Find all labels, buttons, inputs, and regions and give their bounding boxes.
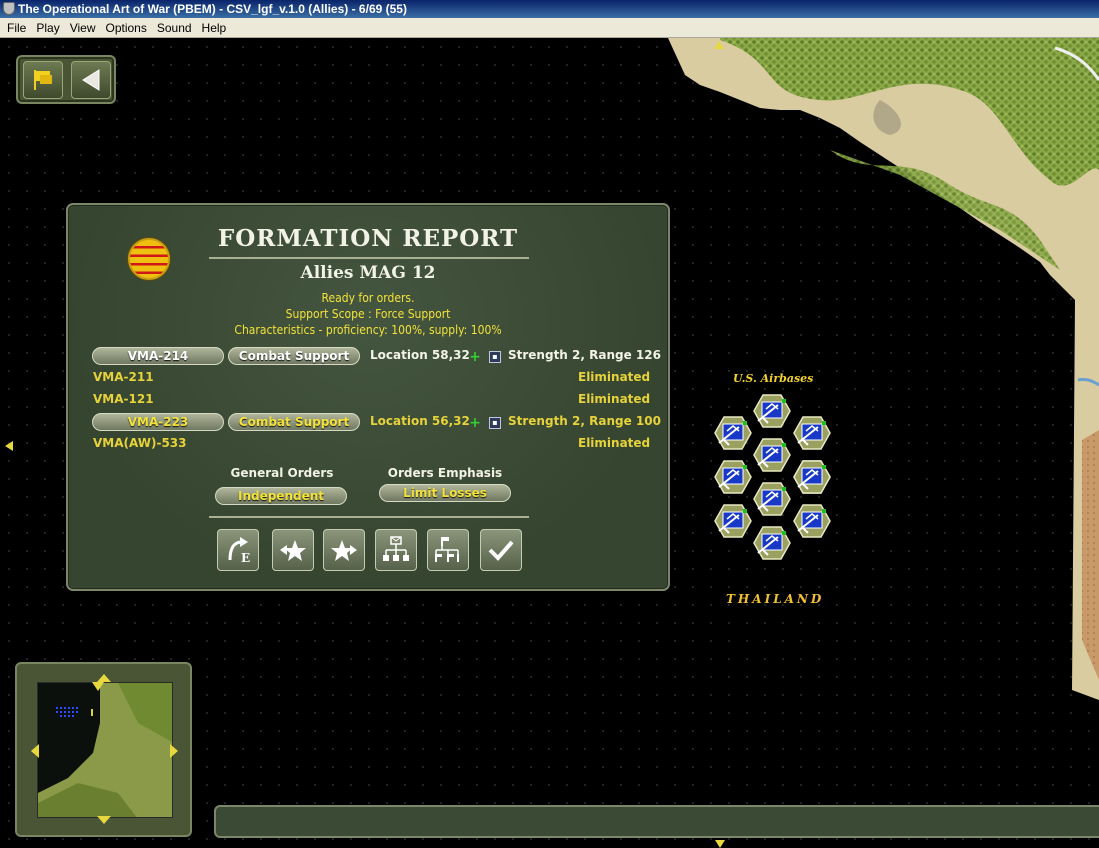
minimap-unit-marker-icon — [92, 682, 104, 691]
event-button[interactable]: E — [217, 529, 259, 571]
window-title-bar[interactable]: The Operational Art of War (PBEM) - CSV_… — [0, 0, 1099, 18]
plus-icon[interactable]: + — [469, 350, 481, 364]
minimap-scroll-down-icon[interactable] — [97, 816, 111, 824]
minimap-view[interactable] — [37, 682, 173, 818]
unit-status-vma-211: Eliminated — [578, 370, 651, 384]
next-formation-button[interactable] — [323, 529, 365, 571]
scroll-up-icon[interactable] — [714, 41, 724, 49]
air-unit-counter[interactable] — [793, 504, 831, 538]
title-divider — [209, 257, 529, 259]
minimap-scroll-right-icon[interactable] — [170, 744, 178, 758]
air-unit-counter[interactable] — [753, 526, 791, 560]
general-orders-button[interactable]: Independent — [215, 487, 347, 505]
flag-button[interactable] — [23, 61, 63, 99]
unit-detail-vma-223: Strength 2, Range 100 — [508, 414, 661, 428]
air-unit-counter[interactable] — [793, 460, 831, 494]
menu-sound[interactable]: Sound — [152, 18, 197, 38]
flag-icon — [34, 70, 52, 90]
unit-location-vma-214: Location 58,32 — [370, 348, 470, 362]
message-bar — [214, 805, 1099, 838]
back-button[interactable] — [71, 61, 111, 99]
air-unit-counter[interactable] — [753, 438, 791, 472]
unit-role-button-vma-214[interactable]: Combat Support — [228, 347, 360, 365]
formation-name: Allies MAG 12 — [300, 263, 436, 283]
back-arrow-icon — [82, 69, 100, 91]
menu-view[interactable]: View — [65, 18, 101, 38]
panel-title: FORMATION REPORT — [217, 225, 519, 252]
app-shield-icon — [3, 2, 15, 15]
unit-role-button-vma-223[interactable]: Combat Support — [228, 413, 360, 431]
south-vietnam-flag-icon — [128, 238, 170, 280]
curved-arrow-e-icon: E — [228, 537, 250, 565]
window-title: The Operational Art of War (PBEM) - CSV_… — [18, 2, 407, 16]
characteristics: Characteristics - proficiency: 100%, sup… — [234, 323, 502, 337]
air-unit-counter[interactable] — [714, 460, 752, 494]
hierarchy-report-button[interactable] — [375, 529, 417, 571]
formation-report-panel: FORMATION REPORT Allies MAG 12 Ready for… — [66, 203, 670, 591]
actions-divider — [209, 516, 529, 518]
menu-help[interactable]: Help — [197, 18, 232, 38]
air-unit-counter[interactable] — [753, 394, 791, 428]
scroll-left-icon[interactable] — [5, 441, 13, 451]
plus-icon[interactable]: + — [469, 416, 481, 430]
unit-button-vma-223[interactable]: VMA-223 — [92, 413, 224, 431]
unit-name-vma-aw-533[interactable]: VMA(AW)-533 — [93, 436, 187, 450]
unit-button-vma-214[interactable]: VMA-214 — [92, 347, 224, 365]
air-unit-counter[interactable] — [714, 416, 752, 450]
unit-name-vma-121[interactable]: VMA-121 — [93, 392, 154, 406]
general-orders-label: General Orders — [230, 466, 334, 480]
unit-detail-vma-214: Strength 2, Range 126 — [508, 348, 661, 362]
org-chart-mail-icon — [383, 536, 409, 561]
previous-formation-button[interactable] — [272, 529, 314, 571]
country-label: THAILAND — [726, 592, 825, 606]
menu-play[interactable]: Play — [31, 18, 64, 38]
unit-status-vma-121: Eliminated — [578, 392, 651, 406]
orders-emphasis-button[interactable]: Limit Losses — [379, 484, 511, 502]
checkmark-icon — [488, 540, 514, 561]
support-scope: Support Scope : Force Support — [285, 307, 451, 321]
unit-name-vma-211[interactable]: VMA-211 — [93, 370, 154, 384]
minimap-terrain — [38, 683, 172, 817]
air-unit-counter[interactable] — [753, 482, 791, 516]
menu-bar: File Play View Options Sound Help — [0, 18, 1099, 38]
airbase-label: U.S. Airbases — [733, 372, 814, 385]
air-unit-counter[interactable] — [793, 416, 831, 450]
formation-status: Ready for orders. — [321, 291, 415, 305]
scroll-down-icon[interactable] — [715, 840, 725, 848]
air-unit-icon[interactable]: ▪ — [489, 351, 501, 363]
unit-location-vma-223: Location 56,32 — [370, 414, 470, 428]
org-chart-flags-icon — [435, 537, 459, 562]
star-left-icon — [280, 540, 306, 561]
svg-text:E: E — [241, 551, 250, 565]
unit-status-vma-aw-533: Eliminated — [578, 436, 651, 450]
orders-emphasis-label: Orders Emphasis — [387, 466, 503, 480]
airbase-unit-stack[interactable] — [705, 385, 845, 575]
minimap-scroll-up-icon[interactable] — [97, 674, 111, 682]
corner-toolbar — [16, 55, 116, 104]
star-right-icon — [331, 540, 357, 561]
air-unit-icon[interactable]: ▪ — [489, 417, 501, 429]
confirm-button[interactable] — [480, 529, 522, 571]
minimap — [15, 662, 192, 837]
menu-file[interactable]: File — [2, 18, 31, 38]
minimap-scroll-left-icon[interactable] — [31, 744, 39, 758]
org-chart-button[interactable] — [427, 529, 469, 571]
air-unit-counter[interactable] — [714, 504, 752, 538]
menu-options[interactable]: Options — [100, 18, 151, 38]
